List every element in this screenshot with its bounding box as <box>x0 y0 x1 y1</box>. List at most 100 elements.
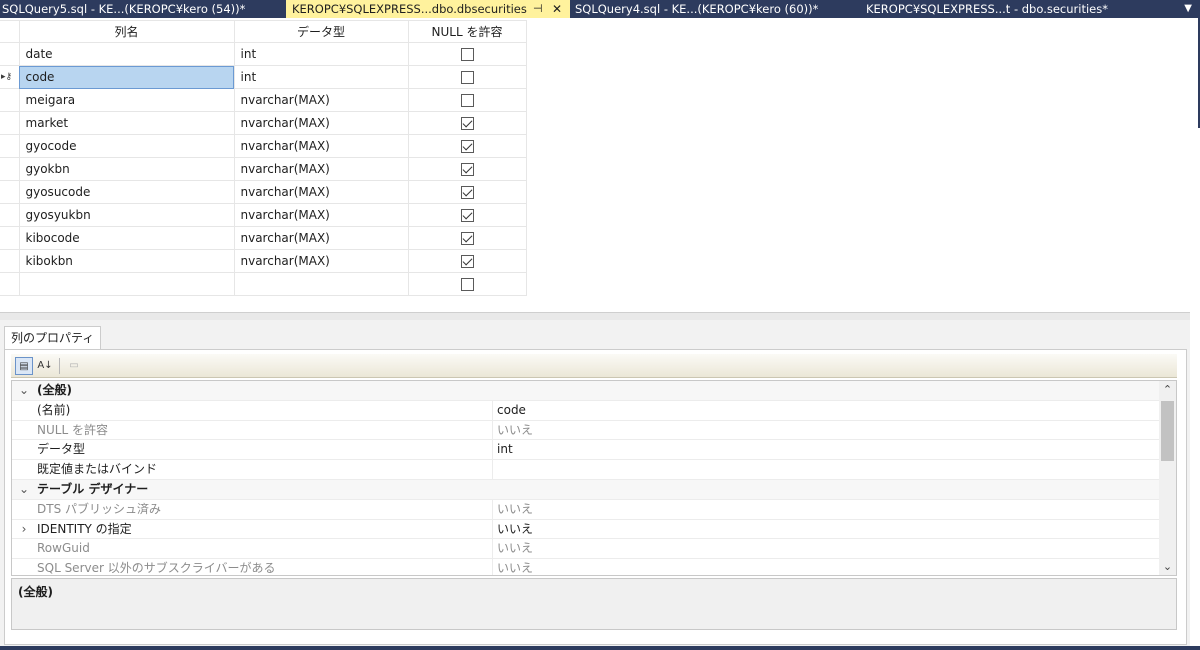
row-selector[interactable] <box>0 88 20 112</box>
column-name-cell[interactable]: meigara <box>18 88 235 112</box>
allow-null-checkbox[interactable] <box>460 232 474 245</box>
row-selector[interactable] <box>0 134 20 158</box>
property-value[interactable]: いいえ <box>497 539 533 559</box>
property-row[interactable]: DTS パブリッシュ済み いいえ <box>12 499 1176 520</box>
data-type-cell[interactable]: nvarchar(MAX) <box>233 203 409 227</box>
row-selector[interactable] <box>0 180 20 204</box>
property-value[interactable]: いいえ <box>497 520 533 540</box>
allow-null-cell <box>407 180 527 204</box>
collapse-chevron-icon[interactable]: ⌄ <box>18 480 30 500</box>
data-type-cell[interactable]: nvarchar(MAX) <box>233 226 409 250</box>
property-value[interactable]: いいえ <box>497 559 533 575</box>
allow-null-checkbox[interactable] <box>460 48 474 61</box>
property-category-row[interactable]: ⌄ (全般) <box>12 381 1176 401</box>
table-row[interactable]: date int <box>0 42 527 66</box>
property-row[interactable]: (名前) code <box>12 400 1176 421</box>
allow-null-header[interactable]: NULL を許容 <box>407 20 527 43</box>
table-row[interactable]: meigara nvarchar(MAX) <box>0 88 527 112</box>
row-selector[interactable] <box>0 111 20 135</box>
column-name-cell[interactable]: code <box>18 65 235 89</box>
property-row[interactable]: NULL を許容 いいえ <box>12 420 1176 441</box>
allow-null-checkbox[interactable] <box>460 186 474 199</box>
allow-null-checkbox[interactable] <box>460 94 474 107</box>
data-type-cell[interactable]: nvarchar(MAX) <box>233 111 409 135</box>
property-rows: ⌄ (全般) (名前) code NULL を許容 いいえ データ型 int 既定値またはバイン… <box>12 381 1176 575</box>
column-name-cell[interactable]: kibokbn <box>18 249 235 273</box>
row-selector[interactable] <box>0 249 20 273</box>
data-type-cell[interactable]: nvarchar(MAX) <box>233 88 409 112</box>
allow-null-checkbox[interactable] <box>460 117 474 130</box>
allow-null-checkbox[interactable] <box>460 209 474 222</box>
data-type-header[interactable]: データ型 <box>233 20 409 43</box>
property-category-row[interactable]: ⌄ テーブル デザイナー <box>12 479 1176 500</box>
column-name-cell[interactable] <box>18 272 235 296</box>
allow-null-checkbox[interactable] <box>460 71 474 84</box>
categorized-icon[interactable]: ▤ <box>15 357 33 375</box>
tab-sqlquery5[interactable]: SQLQuery5.sql - KE...(KEROPC¥kero (54))* <box>0 0 286 18</box>
pin-icon[interactable]: ⊣ <box>533 0 543 18</box>
row-selector[interactable] <box>0 203 20 227</box>
column-name-cell[interactable]: date <box>18 42 235 66</box>
row-selector[interactable]: ▸⚷ <box>0 65 20 89</box>
tab-securities-designer[interactable]: KEROPC¥SQLEXPRESS...t - dbo.securities* <box>862 0 1152 18</box>
document-tab-bar: SQLQuery5.sql - KE...(KEROPC¥kero (54))*… <box>0 0 1200 18</box>
column-name-cell[interactable]: market <box>18 111 235 135</box>
data-type-cell[interactable]: int <box>233 42 409 66</box>
table-row[interactable]: gyosyukbn nvarchar(MAX) <box>0 203 527 227</box>
column-name-cell[interactable]: gyocode <box>18 134 235 158</box>
allow-null-checkbox[interactable] <box>460 140 474 153</box>
property-scrollbar[interactable]: ⌃ ⌄ <box>1159 381 1176 575</box>
property-value[interactable]: code <box>497 401 526 421</box>
column-name-cell[interactable]: gyosucode <box>18 180 235 204</box>
property-row[interactable]: SQL Server 以外のサブスクライバーがある いいえ <box>12 559 1176 575</box>
property-row[interactable]: 既定値またはバインド <box>12 460 1176 480</box>
row-selector[interactable] <box>0 157 20 181</box>
row-selector[interactable] <box>0 272 20 296</box>
row-selector[interactable] <box>0 42 20 66</box>
table-row[interactable]: gyocode nvarchar(MAX) <box>0 134 527 158</box>
column-divider <box>492 460 493 479</box>
allow-null-checkbox[interactable] <box>460 163 474 176</box>
data-type-cell[interactable]: int <box>233 65 409 89</box>
alphabetical-sort-icon[interactable]: A↓ <box>36 357 54 375</box>
tab-dbsecurities-designer[interactable]: KEROPC¥SQLEXPRESS...dbo.dbsecurities ⊣ ✕ <box>286 0 570 18</box>
scroll-thumb[interactable] <box>1161 401 1174 461</box>
data-type-cell[interactable]: nvarchar(MAX) <box>233 157 409 181</box>
table-row[interactable]: gyokbn nvarchar(MAX) <box>0 157 527 181</box>
property-row[interactable]: › IDENTITY の指定 いいえ <box>12 519 1176 540</box>
property-value[interactable]: int <box>497 440 513 460</box>
property-row[interactable]: RowGuid いいえ <box>12 539 1176 560</box>
scroll-down-icon[interactable]: ⌄ <box>1159 558 1176 575</box>
table-row[interactable]: kibokbn nvarchar(MAX) <box>0 249 527 273</box>
tab-sqlquery4[interactable]: SQLQuery4.sql - KE...(KEROPC¥kero (60))* <box>572 0 862 18</box>
close-icon[interactable]: ✕ <box>552 0 562 18</box>
table-row[interactable]: market nvarchar(MAX) <box>0 111 527 135</box>
column-name-header[interactable]: 列名 <box>18 20 235 43</box>
row-selector[interactable] <box>0 226 20 250</box>
column-divider <box>492 420 493 440</box>
expand-chevron-icon[interactable]: › <box>18 520 30 540</box>
data-type-cell[interactable] <box>233 272 409 296</box>
table-row[interactable]: kibocode nvarchar(MAX) <box>0 226 527 250</box>
table-row[interactable]: ▸⚷ code int <box>0 65 527 89</box>
column-properties-tab[interactable]: 列のプロパティ <box>4 326 102 350</box>
pane-splitter[interactable] <box>0 312 1190 320</box>
property-value[interactable]: いいえ <box>497 500 533 520</box>
column-name-cell[interactable]: gyokbn <box>18 157 235 181</box>
scroll-up-icon[interactable]: ⌃ <box>1159 381 1176 398</box>
data-type-cell[interactable]: nvarchar(MAX) <box>233 134 409 158</box>
table-row[interactable]: gyosucode nvarchar(MAX) <box>0 180 527 204</box>
column-name-cell[interactable]: gyosyukbn <box>18 203 235 227</box>
collapse-chevron-icon[interactable]: ⌄ <box>18 381 30 401</box>
data-type-cell[interactable]: nvarchar(MAX) <box>233 180 409 204</box>
column-name-cell[interactable]: kibocode <box>18 226 235 250</box>
property-value[interactable]: いいえ <box>497 421 533 441</box>
allow-null-checkbox[interactable] <box>460 278 474 291</box>
tab-list-dropdown-icon[interactable]: ▼ <box>1184 0 1192 18</box>
property-pages-icon[interactable]: ▭ <box>65 357 83 375</box>
allow-null-checkbox[interactable] <box>460 255 474 268</box>
table-designer-grid-area: 列名 データ型 NULL を許容 date int ▸⚷ code int meigara… <box>0 18 1190 312</box>
table-row[interactable] <box>0 272 527 296</box>
property-row[interactable]: データ型 int <box>12 440 1176 461</box>
data-type-cell[interactable]: nvarchar(MAX) <box>233 249 409 273</box>
